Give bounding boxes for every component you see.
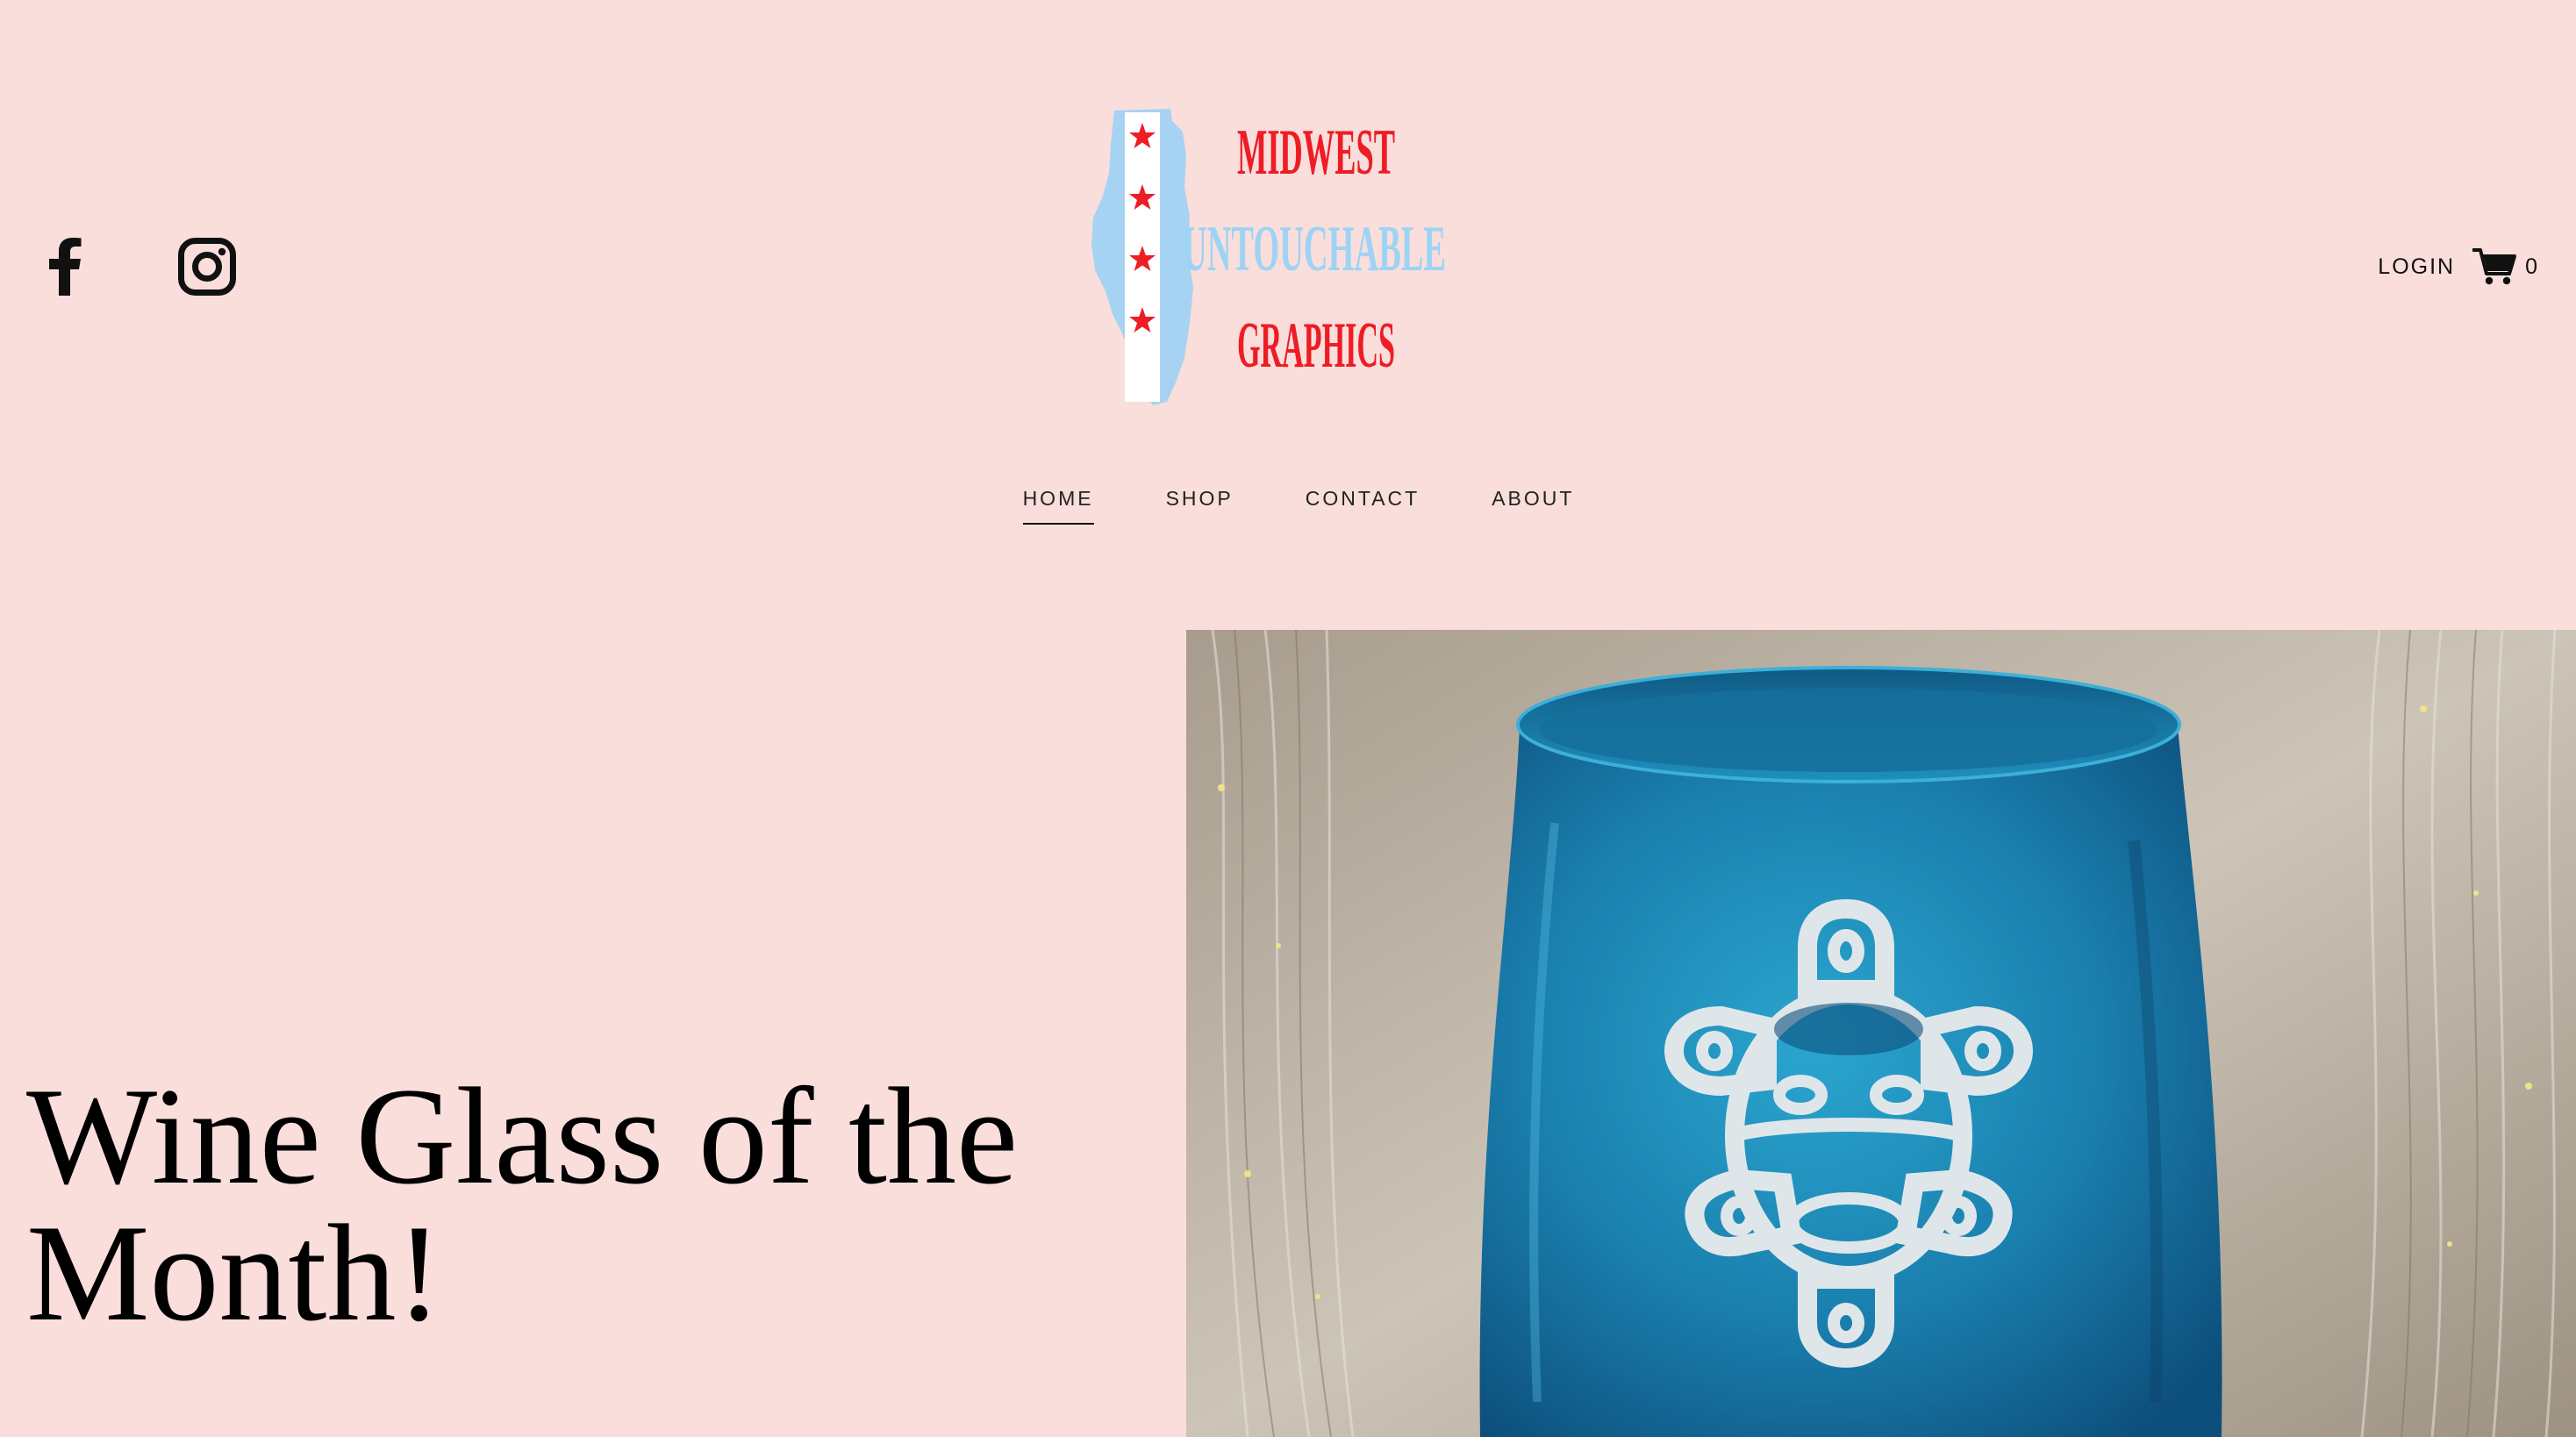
logo-graphic: MIDWEST UNTOUCHABLE GRAPHICS xyxy=(1091,109,1446,405)
cart-count: 0 xyxy=(2525,254,2539,279)
nav-home[interactable]: Home xyxy=(1022,487,1094,525)
account-controls: LOGIN 0 xyxy=(2378,247,2539,286)
facebook-link[interactable] xyxy=(35,237,95,297)
wine-glass-photo xyxy=(1186,630,2576,1437)
hero-title: Wine Glass of the Month! xyxy=(26,1060,1019,1350)
logo-line-1: MIDWEST xyxy=(1237,117,1395,189)
nav-about[interactable]: About xyxy=(1492,487,1574,525)
site-logo[interactable]: MIDWEST UNTOUCHABLE GRAPHICS xyxy=(1086,104,1472,409)
login-link[interactable]: LOGIN xyxy=(2378,254,2455,280)
nav-contact[interactable]: Contact xyxy=(1306,487,1420,525)
facebook-icon xyxy=(49,238,82,296)
instagram-link[interactable] xyxy=(177,237,237,297)
logo-line-3: GRAPHICS xyxy=(1237,310,1395,382)
social-links xyxy=(35,237,237,297)
hero-image[interactable] xyxy=(1186,630,2576,1437)
main-nav: Home Shop Contact About xyxy=(0,487,2576,525)
instagram-icon xyxy=(178,238,236,296)
logo-line-2: UNTOUCHABLE xyxy=(1183,213,1446,285)
nav-shop[interactable]: Shop xyxy=(1166,487,1234,525)
cart-button[interactable]: 0 xyxy=(2472,247,2539,286)
cart-icon xyxy=(2472,248,2517,285)
